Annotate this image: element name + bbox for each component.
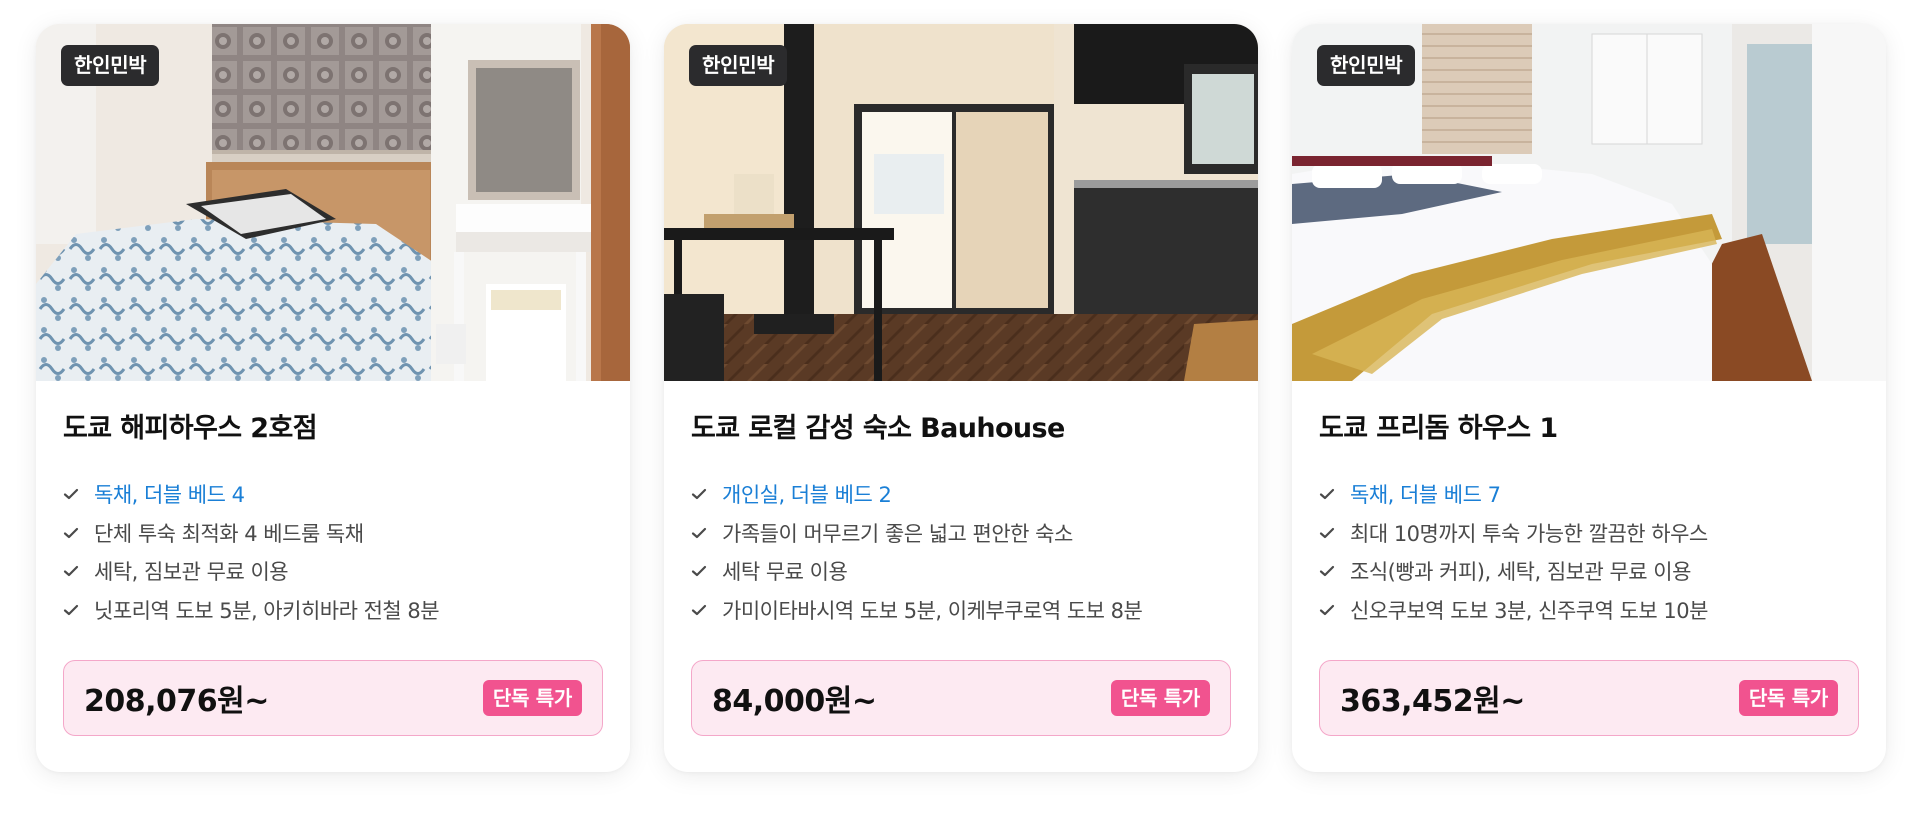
listing-card[interactable]: 한인민박 도쿄 로컬 감성 숙소 Bauhouse 개인실, 더블 베드 2 가… — [664, 24, 1258, 772]
check-icon — [63, 486, 94, 502]
feature-item: 가족들이 머무르기 좋은 넓고 편안한 숙소 — [691, 514, 1231, 553]
feature-item: 독채, 더블 베드 7 — [1319, 475, 1859, 514]
exclusive-deal-badge: 단독 특가 — [1110, 680, 1210, 716]
price-box[interactable]: 363,452원~ 단독 특가 — [1319, 660, 1859, 736]
feature-text: 닛포리역 도보 5분, 아키히바라 전철 8분 — [94, 598, 440, 623]
feature-text: 독채, 더블 베드 7 — [1350, 483, 1501, 508]
category-badge: 한인민박 — [61, 45, 160, 86]
check-icon — [691, 602, 722, 618]
listing-card[interactable]: 한인민박 도쿄 프리돔 하우스 1 독채, 더블 베드 7 최대 10명까지 투… — [1292, 24, 1886, 772]
feature-item: 독채, 더블 베드 4 — [63, 475, 603, 514]
price-box[interactable]: 84,000원~ 단독 특가 — [691, 660, 1231, 736]
listing-photo[interactable]: 한인민박 — [664, 24, 1258, 381]
category-badge: 한인민박 — [1317, 45, 1416, 86]
check-icon — [63, 602, 94, 618]
check-icon — [691, 563, 722, 579]
feature-item: 세탁 무료 이용 — [691, 552, 1231, 591]
check-icon — [1319, 486, 1350, 502]
listing-photo[interactable]: 한인민박 — [36, 24, 630, 381]
feature-item: 세탁, 짐보관 무료 이용 — [63, 552, 603, 591]
feature-text: 최대 10명까지 투숙 가능한 깔끔한 하우스 — [1350, 521, 1708, 546]
feature-text: 세탁 무료 이용 — [722, 560, 848, 585]
listing-title[interactable]: 도쿄 프리돔 하우스 1 — [1319, 411, 1859, 447]
feature-item: 단체 투숙 최적화 4 베드룸 독채 — [63, 514, 603, 553]
feature-text: 단체 투숙 최적화 4 베드룸 독채 — [94, 521, 364, 546]
feature-list: 독채, 더블 베드 4 단체 투숙 최적화 4 베드룸 독채 세탁, 짐보관 무… — [63, 475, 603, 629]
listing-title[interactable]: 도쿄 로컬 감성 숙소 Bauhouse — [691, 411, 1231, 447]
exclusive-deal-badge: 단독 특가 — [482, 680, 582, 716]
feature-item: 가미이타바시역 도보 5분, 이케부쿠로역 도보 8분 — [691, 591, 1231, 630]
feature-item: 조식(빵과 커피), 세탁, 짐보관 무료 이용 — [1319, 552, 1859, 591]
feature-text: 신오쿠보역 도보 3분, 신주쿠역 도보 10분 — [1350, 598, 1708, 623]
feature-text: 세탁, 짐보관 무료 이용 — [94, 560, 289, 585]
feature-item: 닛포리역 도보 5분, 아키히바라 전철 8분 — [63, 591, 603, 630]
check-icon — [1319, 563, 1350, 579]
exclusive-deal-badge: 단독 특가 — [1738, 680, 1838, 716]
price-box[interactable]: 208,076원~ 단독 특가 — [63, 660, 603, 736]
listing-card-row: 한인민박 도쿄 해피하우스 2호점 독채, 더블 베드 4 단체 투숙 최적화 … — [0, 0, 1920, 816]
check-icon — [63, 525, 94, 541]
feature-item: 신오쿠보역 도보 3분, 신주쿠역 도보 10분 — [1319, 591, 1859, 630]
check-icon — [1319, 525, 1350, 541]
feature-list: 개인실, 더블 베드 2 가족들이 머무르기 좋은 넓고 편안한 숙소 세탁 무… — [691, 475, 1231, 629]
feature-text: 개인실, 더블 베드 2 — [722, 483, 892, 508]
listing-card[interactable]: 한인민박 도쿄 해피하우스 2호점 독채, 더블 베드 4 단체 투숙 최적화 … — [36, 24, 630, 772]
price: 84,000원~ — [712, 684, 877, 719]
category-badge: 한인민박 — [689, 45, 788, 86]
check-icon — [63, 563, 94, 579]
listing-title[interactable]: 도쿄 해피하우스 2호점 — [63, 411, 603, 447]
check-icon — [1319, 602, 1350, 618]
feature-text: 가미이타바시역 도보 5분, 이케부쿠로역 도보 8분 — [722, 598, 1143, 623]
feature-list: 독채, 더블 베드 7 최대 10명까지 투숙 가능한 깔끔한 하우스 조식(빵… — [1319, 475, 1859, 629]
check-icon — [691, 486, 722, 502]
feature-item: 개인실, 더블 베드 2 — [691, 475, 1231, 514]
feature-text: 가족들이 머무르기 좋은 넓고 편안한 숙소 — [722, 521, 1073, 546]
price: 363,452원~ — [1340, 684, 1525, 719]
feature-item: 최대 10명까지 투숙 가능한 깔끔한 하우스 — [1319, 514, 1859, 553]
feature-text: 독채, 더블 베드 4 — [94, 483, 245, 508]
check-icon — [691, 525, 722, 541]
feature-text: 조식(빵과 커피), 세탁, 짐보관 무료 이용 — [1350, 560, 1691, 585]
listing-photo[interactable]: 한인민박 — [1292, 24, 1886, 381]
price: 208,076원~ — [84, 684, 269, 719]
